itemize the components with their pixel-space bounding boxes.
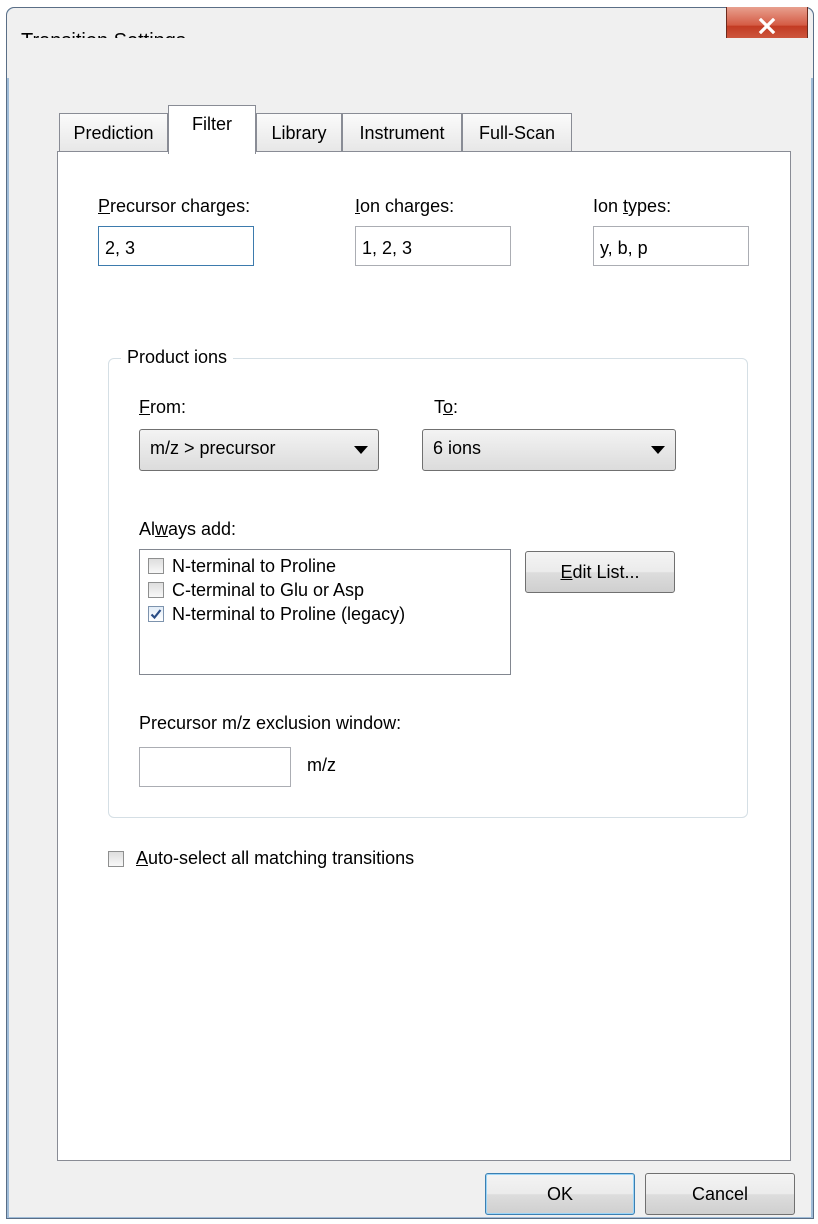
from-dropdown[interactable]: m/z > precursor: [139, 429, 379, 471]
ion-types-input[interactable]: [593, 226, 749, 266]
filter-tab-panel: Precursor charges: Ion charges: Ion type…: [57, 151, 791, 1161]
always-add-list[interactable]: N-terminal to Proline C-terminal to Glu …: [139, 549, 511, 675]
close-icon: [758, 17, 776, 34]
ok-button[interactable]: OK: [485, 1173, 635, 1215]
checkmark-icon: [150, 609, 162, 620]
auto-select-label: Auto-select all matching transitions: [136, 848, 415, 868]
list-item-label: C-terminal to Glu or Asp: [172, 579, 365, 600]
checkbox[interactable]: [148, 582, 164, 598]
tab-filter[interactable]: Filter: [168, 105, 256, 154]
to-label: To:: [434, 397, 459, 417]
tab-library[interactable]: Library: [256, 113, 342, 153]
ion-types-label: Ion types:: [593, 196, 672, 216]
chevron-down-icon: [651, 446, 665, 454]
list-item-label: N-terminal to Proline: [172, 555, 337, 576]
tab-label: Prediction: [73, 123, 154, 143]
from-dropdown-value: m/z > precursor: [150, 438, 276, 458]
to-dropdown-value: 6 ions: [433, 438, 482, 458]
mz-unit-label: m/z: [307, 755, 336, 775]
auto-select-option[interactable]: Auto-select all matching transitions: [108, 848, 414, 869]
always-add-label: Always add:: [139, 519, 237, 539]
cancel-button[interactable]: Cancel: [645, 1173, 795, 1215]
product-ions-group: Product ions From: m/z > precursor To: 6…: [108, 347, 748, 818]
list-item[interactable]: C-terminal to Glu or Asp: [148, 578, 364, 602]
tab-prediction[interactable]: Prediction: [59, 113, 168, 153]
tab-label: Library: [271, 123, 327, 143]
ion-charges-input[interactable]: [355, 226, 511, 266]
edit-list-button[interactable]: Edit List...: [525, 551, 675, 593]
tab-label: Full-Scan: [478, 123, 556, 143]
precursor-charges-input[interactable]: [98, 226, 254, 266]
chevron-down-icon: [354, 446, 368, 454]
tab-instrument[interactable]: Instrument: [342, 113, 462, 153]
exclusion-window-label: Precursor m/z exclusion window:: [139, 713, 402, 733]
checkbox[interactable]: [148, 558, 164, 574]
tab-label: Instrument: [359, 123, 445, 143]
list-item[interactable]: N-terminal to Proline: [148, 554, 336, 578]
auto-select-checkbox[interactable]: [108, 850, 124, 867]
product-ions-title: Product ions: [121, 347, 234, 368]
list-item[interactable]: N-terminal to Proline (legacy): [148, 602, 405, 626]
edit-list-label: Edit List...: [560, 561, 640, 582]
ion-charges-label: Ion charges:: [355, 196, 455, 216]
to-dropdown[interactable]: 6 ions: [422, 429, 676, 471]
exclusion-window-input[interactable]: [139, 747, 291, 787]
checkbox-checked[interactable]: [148, 606, 164, 622]
tab-label: Filter: [192, 113, 232, 134]
precursor-charges-label: Precursor charges:: [98, 196, 251, 216]
tab-full-scan[interactable]: Full-Scan: [462, 113, 572, 153]
transition-settings-window: Transition Settings Prediction Filter Li…: [6, 7, 814, 1219]
from-label: From:: [139, 397, 186, 417]
list-item-label: N-terminal to Proline (legacy): [172, 603, 406, 624]
dialog-client-area: Prediction Filter Library Instrument Ful…: [9, 38, 811, 1217]
